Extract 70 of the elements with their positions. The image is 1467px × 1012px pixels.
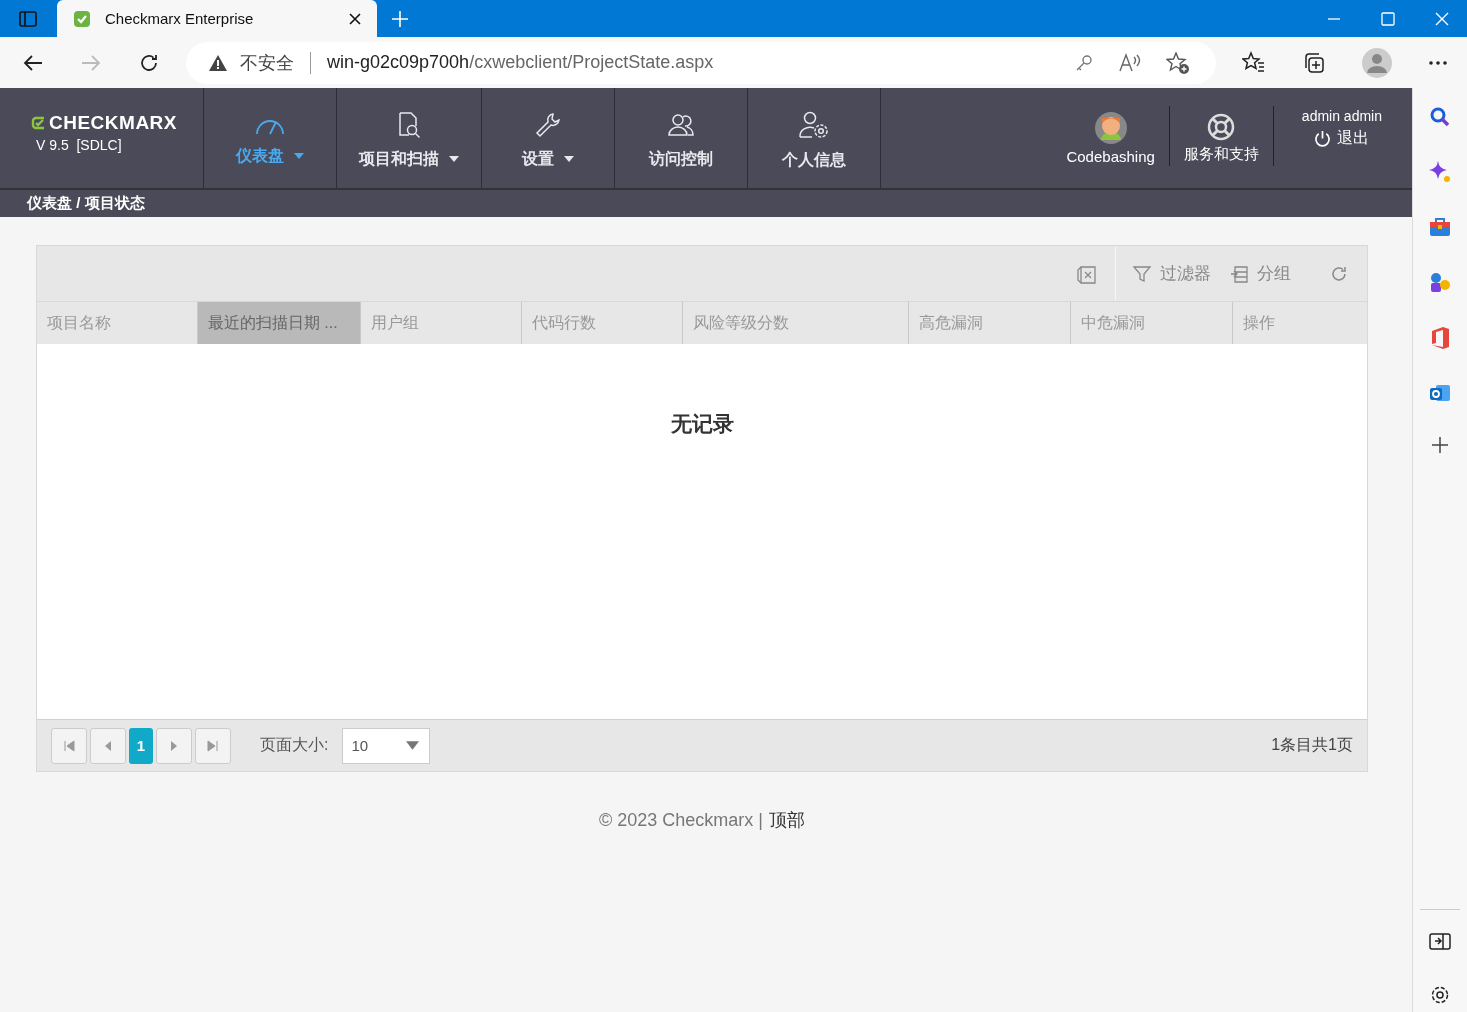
logo-mark-icon: [31, 115, 47, 131]
tab-actions-icon[interactable]: [18, 8, 38, 29]
column-header[interactable]: 代码行数: [521, 302, 683, 344]
panel-icon[interactable]: [1429, 932, 1451, 952]
filter-button[interactable]: 过滤器: [1132, 262, 1211, 285]
funnel-icon: [1132, 263, 1152, 284]
power-icon: [1314, 130, 1332, 147]
warning-icon: [208, 53, 228, 72]
column-header[interactable]: 中危漏洞: [1071, 302, 1234, 344]
settings-icon[interactable]: [1429, 984, 1451, 1006]
support-link[interactable]: 服务和支持: [1179, 88, 1263, 188]
page-size-label: 页面大小:: [260, 735, 329, 755]
nav-item[interactable]: 访问控制: [615, 88, 748, 188]
page-summary: 1条目共1页: [1271, 735, 1353, 755]
copyright-text: © 2023 Checkmarx |: [599, 809, 763, 831]
nav-item[interactable]: 仪表盘: [204, 88, 337, 188]
column-header[interactable]: 风险等级分数: [682, 302, 910, 344]
last-page-button[interactable]: [195, 727, 231, 764]
first-page-button[interactable]: [51, 727, 87, 764]
new-tab-icon[interactable]: [391, 9, 409, 28]
collections-icon[interactable]: [1302, 50, 1326, 75]
address-bar[interactable]: 不安全 win-g02c09p700h/cxwebclient/ProjectState.aspx: [186, 41, 1216, 84]
avatar-icon[interactable]: [1362, 47, 1392, 78]
browser-tab[interactable]: Checkmarx Enterprise: [57, 0, 377, 37]
codebashing-link[interactable]: Codebashing: [1062, 88, 1159, 188]
logo-text: CHECKMARX: [49, 112, 177, 134]
column-header[interactable]: 项目名称: [37, 302, 198, 344]
logout-link[interactable]: 退出: [1314, 128, 1370, 149]
group-icon: [1229, 263, 1249, 284]
document-search-icon: [396, 110, 422, 139]
briefcase-icon[interactable]: [1428, 216, 1452, 238]
column-header[interactable]: 操作: [1233, 302, 1367, 344]
nav-item[interactable]: 设置: [482, 88, 615, 188]
search-icon[interactable]: [1429, 106, 1451, 128]
wrench-icon: [534, 110, 562, 139]
close-window-icon[interactable]: [1435, 11, 1449, 26]
nav-item[interactable]: 项目和扫描: [337, 88, 482, 188]
user-settings-icon: [798, 109, 830, 140]
more-icon[interactable]: [1428, 59, 1448, 66]
user-name: admin admin: [1301, 108, 1382, 124]
dropdown-caret-icon: [406, 741, 420, 750]
empty-message: 无记录: [670, 411, 734, 437]
version-label: V 9.5 [SDLC]: [36, 137, 123, 153]
sparkle-icon[interactable]: [1428, 160, 1452, 184]
last-page-icon: [207, 739, 219, 752]
first-page-icon: [63, 739, 75, 752]
page-size-dropdown[interactable]: 10: [342, 727, 431, 764]
column-header[interactable]: 高危漏洞: [909, 302, 1072, 344]
lifebuoy-icon: [1207, 112, 1236, 141]
page-number-button[interactable]: 1: [129, 727, 153, 764]
column-header[interactable]: 用户组: [360, 302, 522, 344]
close-icon[interactable]: [349, 12, 361, 25]
url-text: win-g02c09p700h/cxwebclient/ProjectState.aspx: [327, 52, 714, 73]
favorites-icon[interactable]: [1242, 50, 1266, 75]
game-pieces-icon[interactable]: [1428, 270, 1452, 294]
column-header[interactable]: 最近的扫描日期 ...: [197, 302, 361, 344]
maximize-icon[interactable]: [1381, 11, 1395, 26]
add-icon[interactable]: [1431, 436, 1449, 454]
star-add-icon[interactable]: [1166, 50, 1190, 75]
key-icon[interactable]: [1074, 52, 1094, 73]
security-label: 不安全: [240, 51, 294, 75]
breadcrumb: 仪表盘 / 项目状态: [27, 194, 145, 213]
office-icon[interactable]: [1429, 326, 1451, 350]
mail-icon[interactable]: [1428, 382, 1452, 404]
checkmark-logo-icon: [73, 9, 91, 28]
group-button[interactable]: 分组: [1229, 262, 1291, 285]
top-link[interactable]: 顶部: [769, 808, 805, 832]
avatar-icon: [1094, 111, 1127, 144]
read-aloud-icon[interactable]: [1118, 52, 1142, 73]
nav-item[interactable]: 个人信息: [748, 88, 881, 188]
